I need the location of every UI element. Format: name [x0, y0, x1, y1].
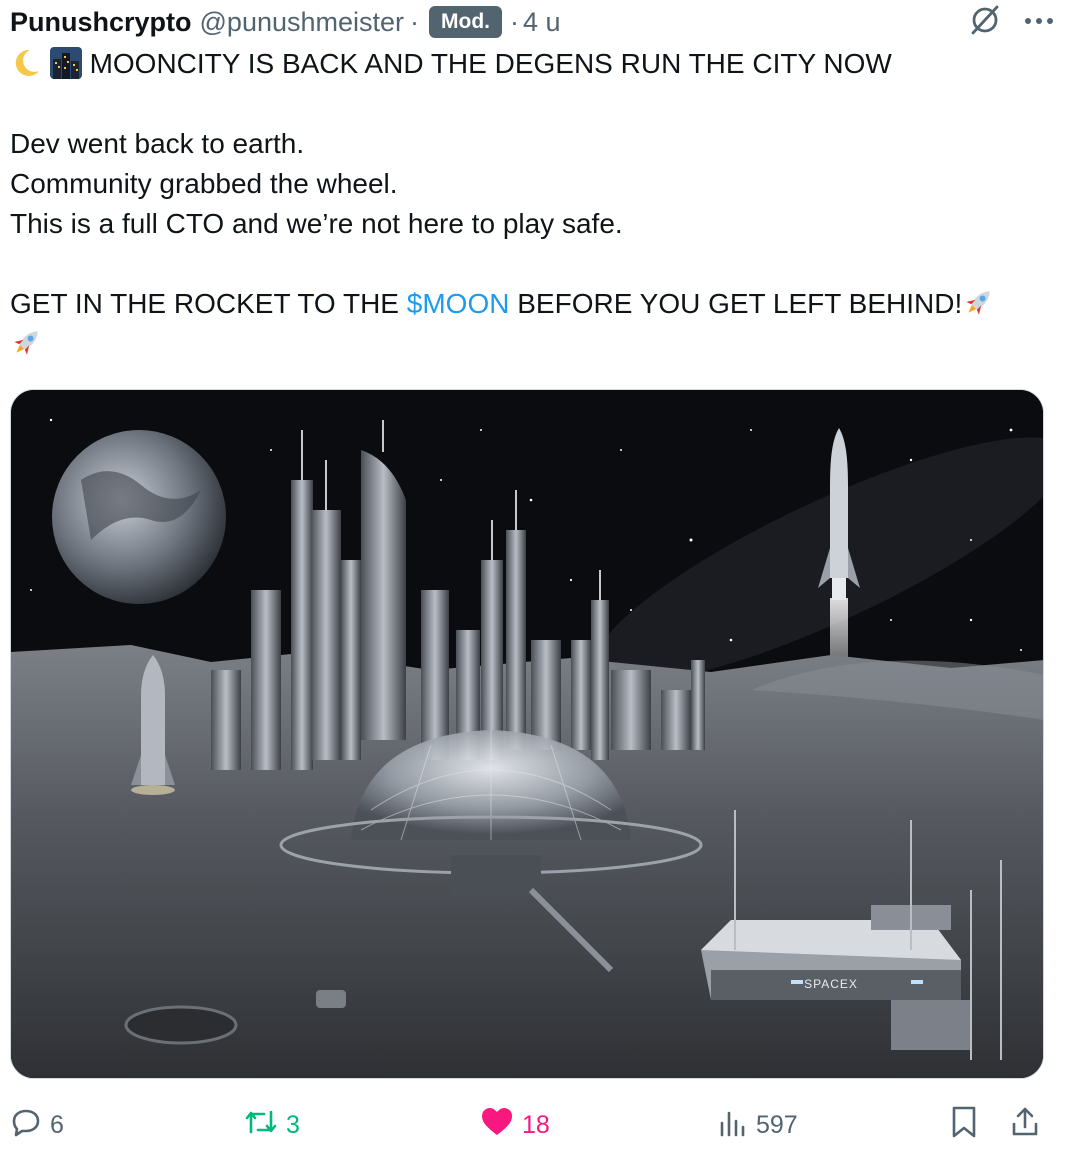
bookmark-icon — [950, 1105, 978, 1146]
headline-text: MOONCITY IS BACK AND THE DEGENS RUN THE … — [89, 48, 892, 79]
cashtag-link[interactable]: $MOON — [407, 288, 510, 319]
share-button[interactable] — [1010, 1102, 1040, 1148]
body-line: Community grabbed the wheel. — [10, 168, 398, 199]
mod-badge: Mod. — [429, 6, 503, 38]
like-count: 18 — [522, 1110, 550, 1139]
share-icon — [1010, 1106, 1040, 1145]
reply-icon — [10, 1106, 42, 1145]
cta-line: GET IN THE ROCKET TO THE $MOON BEFORE YO… — [10, 284, 1040, 324]
cta-text-end: BEFORE YOU GET LEFT BEHIND! — [517, 288, 963, 319]
headline-line: MOONCITY IS BACK AND THE DEGENS RUN THE … — [10, 44, 1040, 84]
city-icon — [49, 47, 82, 90]
repost-count: 3 — [286, 1110, 300, 1139]
cta-line-2 — [10, 324, 1040, 364]
views-button[interactable]: 597 — [718, 1102, 798, 1148]
post-image[interactable]: SPACEX — [10, 389, 1044, 1079]
grok-icon[interactable] — [968, 3, 1002, 42]
cta-text-start: GET IN THE ROCKET TO THE — [10, 288, 399, 319]
author-handle[interactable]: @punushmeister — [200, 7, 405, 38]
separator-dot: · — [510, 6, 520, 37]
like-icon — [480, 1106, 514, 1145]
reply-count: 6 — [50, 1110, 64, 1139]
body-line: This is a full CTO and we’re not here to… — [10, 208, 623, 239]
views-icon — [718, 1107, 748, 1144]
views-count: 597 — [756, 1110, 798, 1139]
crescent-moon-icon — [10, 47, 42, 90]
post-text: MOONCITY IS BACK AND THE DEGENS RUN THE … — [10, 44, 1040, 364]
reply-button[interactable]: 6 — [10, 1102, 64, 1148]
post-time[interactable]: 4 u — [523, 7, 561, 38]
rocket-icon — [10, 325, 44, 370]
action-bar: 6 3 18 597 — [10, 1102, 1044, 1148]
more-icon[interactable] — [1024, 13, 1054, 31]
header-icons — [968, 2, 1054, 42]
author-name[interactable]: Punushcrypto — [10, 7, 192, 38]
post-header: Punushcrypto @punushmeister · Mod. · 4 u — [10, 2, 1054, 42]
repost-button[interactable]: 3 — [244, 1102, 300, 1148]
rocket-icon — [962, 285, 996, 330]
repost-icon — [244, 1106, 278, 1145]
separator-dot: · — [410, 6, 420, 37]
body-line: Dev went back to earth. — [10, 128, 305, 159]
spacex-label: SPACEX — [804, 977, 858, 991]
bookmark-button[interactable] — [950, 1102, 978, 1148]
like-button[interactable]: 18 — [480, 1102, 550, 1148]
moon-city-illustration: SPACEX — [11, 390, 1043, 1078]
